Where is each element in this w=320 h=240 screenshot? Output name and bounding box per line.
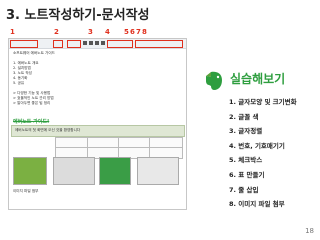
practice-step: 5. 체크박스 [229,156,263,165]
inserted-table [55,137,183,159]
table-col-divider [118,138,119,158]
practice-step: 3. 글자정렬 [229,127,263,136]
attachment-line: 이미지 파일 첨부 [13,189,39,193]
image-thumbnail [53,157,95,185]
bullet-item: > 알아두면 좋은 팁 정리 [13,101,51,105]
callout-7: 7 [136,28,141,36]
slide-title: 3. 노트작성하기-문서작성 [6,8,150,23]
callout-4: 4 [105,28,110,36]
green-heading: 에버노트 가이드! [13,118,49,125]
practice-step: 1. 글자모양 및 크기변화 [229,98,297,106]
callout-6: 6 [130,28,135,36]
editor-toolbar [9,39,186,49]
table-row-divider [56,147,182,148]
practice-step: 4. 번호, 기호매기기 [229,141,285,150]
image-thumbnail [137,157,179,185]
band-text: 에버노트의 첫 화면에 오신 것을 환영합니다 [15,128,81,132]
editor-screenshot: 소프트웨어 에버노트 가이드 1. 에버노트 개요 2. 설치방법 3. 노트 … [8,38,187,210]
callout-5: 5 [124,28,129,36]
table-col-divider [87,138,88,158]
callout-2: 2 [54,28,59,36]
image-thumbnail [99,157,131,185]
practice-step: 6. 표 만들기 [229,170,265,179]
callout-1: 1 [10,28,15,36]
evernote-elephant-icon [202,69,226,93]
callout-8: 8 [142,28,147,36]
font-color-box[interactable] [53,40,63,48]
underline-button[interactable] [95,41,99,45]
practice-step: 8. 이미지 파일 첨부 [229,200,285,209]
callout-3: 3 [88,28,93,36]
intro-line: 소프트웨어 에버노트 가이드 [13,51,55,55]
insert-buttons-box[interactable] [135,40,183,48]
practice-steps: 1. 글자모양 및 크기변화 2. 글꼴 색 3. 글자정렬 4. 번호, 기호… [229,95,297,212]
list-buttons-box[interactable] [107,40,133,48]
bold-button[interactable] [83,41,87,45]
page-number: 18 [305,227,314,235]
italic-button[interactable] [89,41,93,45]
align-box[interactable] [67,40,81,48]
practice-title: 실습해보기 [230,72,286,86]
table-col-divider [149,138,150,158]
practice-step: 2. 글꼴 색 [229,112,259,121]
practice-step: 7. 줄 삽입 [229,185,259,194]
strike-button[interactable] [101,41,105,45]
font-style-box[interactable] [10,40,38,48]
list-item: 5. 공유 [13,81,25,85]
image-thumbnail [13,157,47,185]
highlight-band: 에버노트의 첫 화면에 오신 것을 환영합니다 [11,125,185,137]
